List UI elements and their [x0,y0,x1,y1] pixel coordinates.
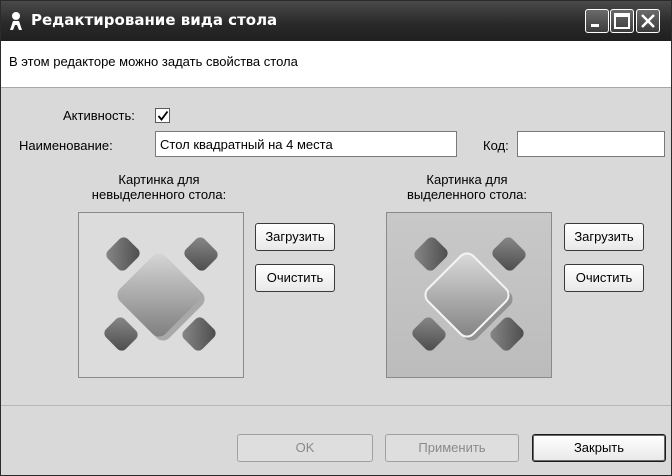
load-selected-button[interactable]: Загрузить [564,223,644,251]
selected-image-caption: Картинка для выделенного стола: [369,172,565,202]
load-unselected-button[interactable]: Загрузить [255,223,335,251]
close-button[interactable]: Закрыть [532,434,666,462]
selected-table-image [386,212,552,378]
title-bar[interactable]: Редактирование вида стола [1,1,671,41]
code-input[interactable] [518,132,664,156]
info-panel: В этом редакторе можно задать свойства с… [1,41,671,88]
selected-caption-line1: Картинка для [426,172,508,187]
table-icon [104,237,218,351]
close-window-button[interactable] [636,9,660,33]
minimize-icon [591,24,599,27]
unselected-image-caption: Картинка для невыделенного стола: [61,172,257,202]
active-label: Активность: [63,108,135,123]
name-field[interactable] [155,131,457,157]
dialog-window: Редактирование вида стола В этом редакто… [0,0,672,476]
name-input[interactable] [156,132,456,156]
selected-caption-line2: выделенного стола: [406,187,527,202]
person-icon [7,11,25,31]
name-label: Наименование: [19,138,113,153]
code-field[interactable] [517,131,665,157]
unselected-caption-line2: невыделенного стола: [91,187,227,202]
table-selected-icon [412,237,526,351]
unselected-caption-line1: Картинка для [118,172,200,187]
maximize-button[interactable] [610,9,634,33]
footer-divider [1,405,671,406]
clear-unselected-button[interactable]: Очистить [255,264,335,292]
close-icon [641,14,655,28]
apply-button[interactable]: Применить [385,434,519,462]
info-text: В этом редакторе можно задать свойства с… [9,54,298,69]
clear-selected-button[interactable]: Очистить [564,264,644,292]
ok-button[interactable]: OK [237,434,373,462]
code-label: Код: [483,138,509,153]
checkmark-icon [157,110,169,121]
maximize-icon [614,13,630,29]
active-checkbox[interactable] [155,108,170,123]
window-title: Редактирование вида стола [31,11,278,29]
minimize-button[interactable] [585,9,609,33]
unselected-table-image [78,212,244,378]
